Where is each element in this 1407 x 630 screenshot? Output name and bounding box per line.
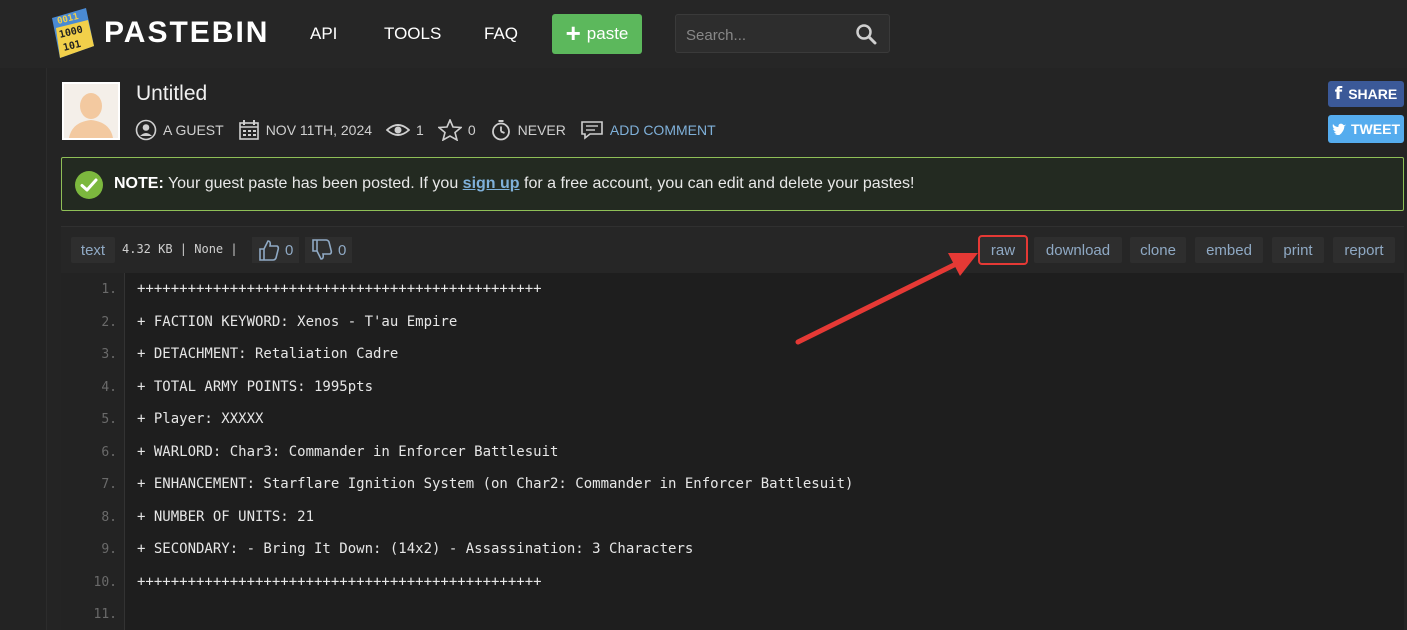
search-input[interactable] <box>684 23 848 47</box>
user-icon <box>135 119 157 141</box>
expiry-value: NEVER <box>517 122 566 138</box>
line-number: 11. <box>93 607 117 622</box>
syntax-tag[interactable]: text <box>71 237 115 263</box>
views-meta: 1 <box>386 119 424 141</box>
calendar-icon <box>238 120 259 140</box>
search-box <box>675 14 890 53</box>
line-number: 4. <box>101 379 117 395</box>
line-text: + NUMBER OF UNITS: 21 <box>137 508 315 525</box>
line-text: + TOTAL ARMY POINTS: 1995pts <box>137 378 374 395</box>
line-number: 1. <box>101 282 117 297</box>
line-number: 6. <box>101 444 117 460</box>
notice-text-before: Your guest paste has been posted. If you <box>163 175 463 192</box>
facebook-icon: f <box>1334 84 1343 104</box>
dislike-count: 0 <box>338 241 347 259</box>
timer-icon <box>491 120 510 141</box>
stars-count: 0 <box>467 122 476 138</box>
facebook-share-button[interactable]: f SHARE <box>1328 81 1404 107</box>
search-icon[interactable] <box>855 23 877 45</box>
add-comment-link[interactable]: ADD COMMENT <box>580 119 716 141</box>
line-text: + ENHANCEMENT: Starflare Ignition System… <box>137 476 854 492</box>
nav-tools[interactable]: TOOLS <box>384 24 441 44</box>
line-number: 7. <box>101 477 117 492</box>
line-number: 5. <box>101 412 117 427</box>
line-text: ++++++++++++++++++++++++++++++++++++++++… <box>137 573 542 590</box>
line-text: + DETACHMENT: Retaliation Cadre <box>137 346 399 362</box>
line-text: + Player: XXXXX <box>137 411 264 427</box>
like-count: 0 <box>285 241 294 259</box>
views-count: 1 <box>416 122 424 138</box>
share-label: SHARE <box>1348 86 1398 102</box>
line-number: 2. <box>101 314 117 330</box>
top-header: 0011 1000 101 PASTEBIN API TOOLS FAQ + p… <box>0 0 1407 69</box>
new-paste-label: paste <box>586 24 629 43</box>
new-paste-button[interactable]: + paste <box>552 14 642 54</box>
star-icon[interactable] <box>437 119 462 141</box>
paste-toolbar: text 4.32 KB | None | 0 0 raw download c… <box>61 226 1404 274</box>
dislike-button[interactable]: 0 <box>305 237 353 263</box>
thumbs-up-icon <box>259 240 280 261</box>
sign-up-link[interactable]: sign up <box>463 175 520 192</box>
code-line: 2. + FACTION KEYWORD: Xenos - T'au Empire <box>61 306 1404 338</box>
guest-avatar[interactable] <box>62 82 120 140</box>
avatar-silhouette-icon <box>64 84 118 138</box>
code-line: 9. + SECONDARY: - Bring It Down: (14x2) -… <box>61 533 1404 565</box>
notice-text-after: for a free account, you can edit and del… <box>519 175 915 192</box>
paste-info: 4.32 KB | None | <box>122 242 238 256</box>
left-rail <box>0 68 47 630</box>
code-line: 3. + DETACHMENT: Retaliation Cadre <box>61 338 1404 370</box>
author-name[interactable]: A GUEST <box>163 122 224 138</box>
pastebin-logo-icon[interactable]: 0011 1000 101 <box>48 6 96 60</box>
logo-text[interactable]: PASTEBIN <box>104 16 269 50</box>
embed-button[interactable]: embed <box>1195 237 1263 263</box>
line-text: + FACTION KEYWORD: Xenos - T'au Empire <box>137 313 458 330</box>
checkmark-icon <box>75 171 103 199</box>
line-number: 3. <box>101 347 117 362</box>
twitter-tweet-button[interactable]: TWEET <box>1328 115 1404 143</box>
line-text: + WARLORD: Char3: Commander in Enforcer … <box>137 443 559 460</box>
code-line: 5. + Player: XXXXX <box>61 403 1404 435</box>
comment-icon <box>581 121 603 140</box>
code-line: 6. + WARLORD: Char3: Commander in Enforce… <box>61 436 1404 468</box>
notice-label: NOTE: <box>114 175 164 192</box>
download-button[interactable]: download <box>1034 237 1122 263</box>
eye-icon <box>386 124 411 136</box>
like-button[interactable]: 0 <box>252 237 300 263</box>
thumbs-down-icon <box>312 239 333 260</box>
line-text: ++++++++++++++++++++++++++++++++++++++++… <box>137 281 542 297</box>
code-view[interactable]: 1. ++++++++++++++++++++++++++++++++++++++… <box>61 273 1404 630</box>
code-line: 4. + TOTAL ARMY POINTS: 1995pts <box>61 371 1404 403</box>
paste-title: Untitled <box>136 82 208 105</box>
clone-button[interactable]: clone <box>1130 237 1186 263</box>
twitter-bird-icon <box>1332 123 1346 135</box>
line-number: 8. <box>101 509 117 525</box>
stars-meta: 0 <box>437 119 476 141</box>
add-comment-label: ADD COMMENT <box>609 122 716 138</box>
date-meta: NOV 11TH, 2024 <box>238 119 372 141</box>
print-button[interactable]: print <box>1272 237 1324 263</box>
report-button[interactable]: report <box>1333 237 1395 263</box>
line-number: 9. <box>101 542 117 557</box>
code-line: 8. + NUMBER OF UNITS: 21 <box>61 501 1404 533</box>
line-number: 10. <box>93 574 117 590</box>
annotation-arrow-icon <box>795 253 978 345</box>
code-line: 1. ++++++++++++++++++++++++++++++++++++++… <box>61 273 1404 305</box>
paste-date: NOV 11TH, 2024 <box>265 122 373 138</box>
author-meta: A GUEST <box>135 119 224 141</box>
code-line: 11. <box>61 598 1404 630</box>
line-text: + SECONDARY: - Bring It Down: (14x2) - A… <box>137 541 694 557</box>
nav-api[interactable]: API <box>310 24 337 44</box>
nav-faq[interactable]: FAQ <box>484 24 518 44</box>
code-line: 10. +++++++++++++++++++++++++++++++++++++… <box>61 566 1404 598</box>
plus-icon: + <box>565 18 581 48</box>
code-line: 7. + ENHANCEMENT: Starflare Ignition Syst… <box>61 468 1404 500</box>
guest-paste-notice: NOTE: Your guest paste has been posted. … <box>61 157 1404 211</box>
notice-text: NOTE: Your guest paste has been posted. … <box>114 175 914 193</box>
expiry-meta: NEVER <box>490 119 566 141</box>
paste-meta: A GUEST NOV 11TH, 2024 1 0 NEVER ADD COM… <box>135 118 730 142</box>
tweet-label: TWEET <box>1351 121 1400 137</box>
